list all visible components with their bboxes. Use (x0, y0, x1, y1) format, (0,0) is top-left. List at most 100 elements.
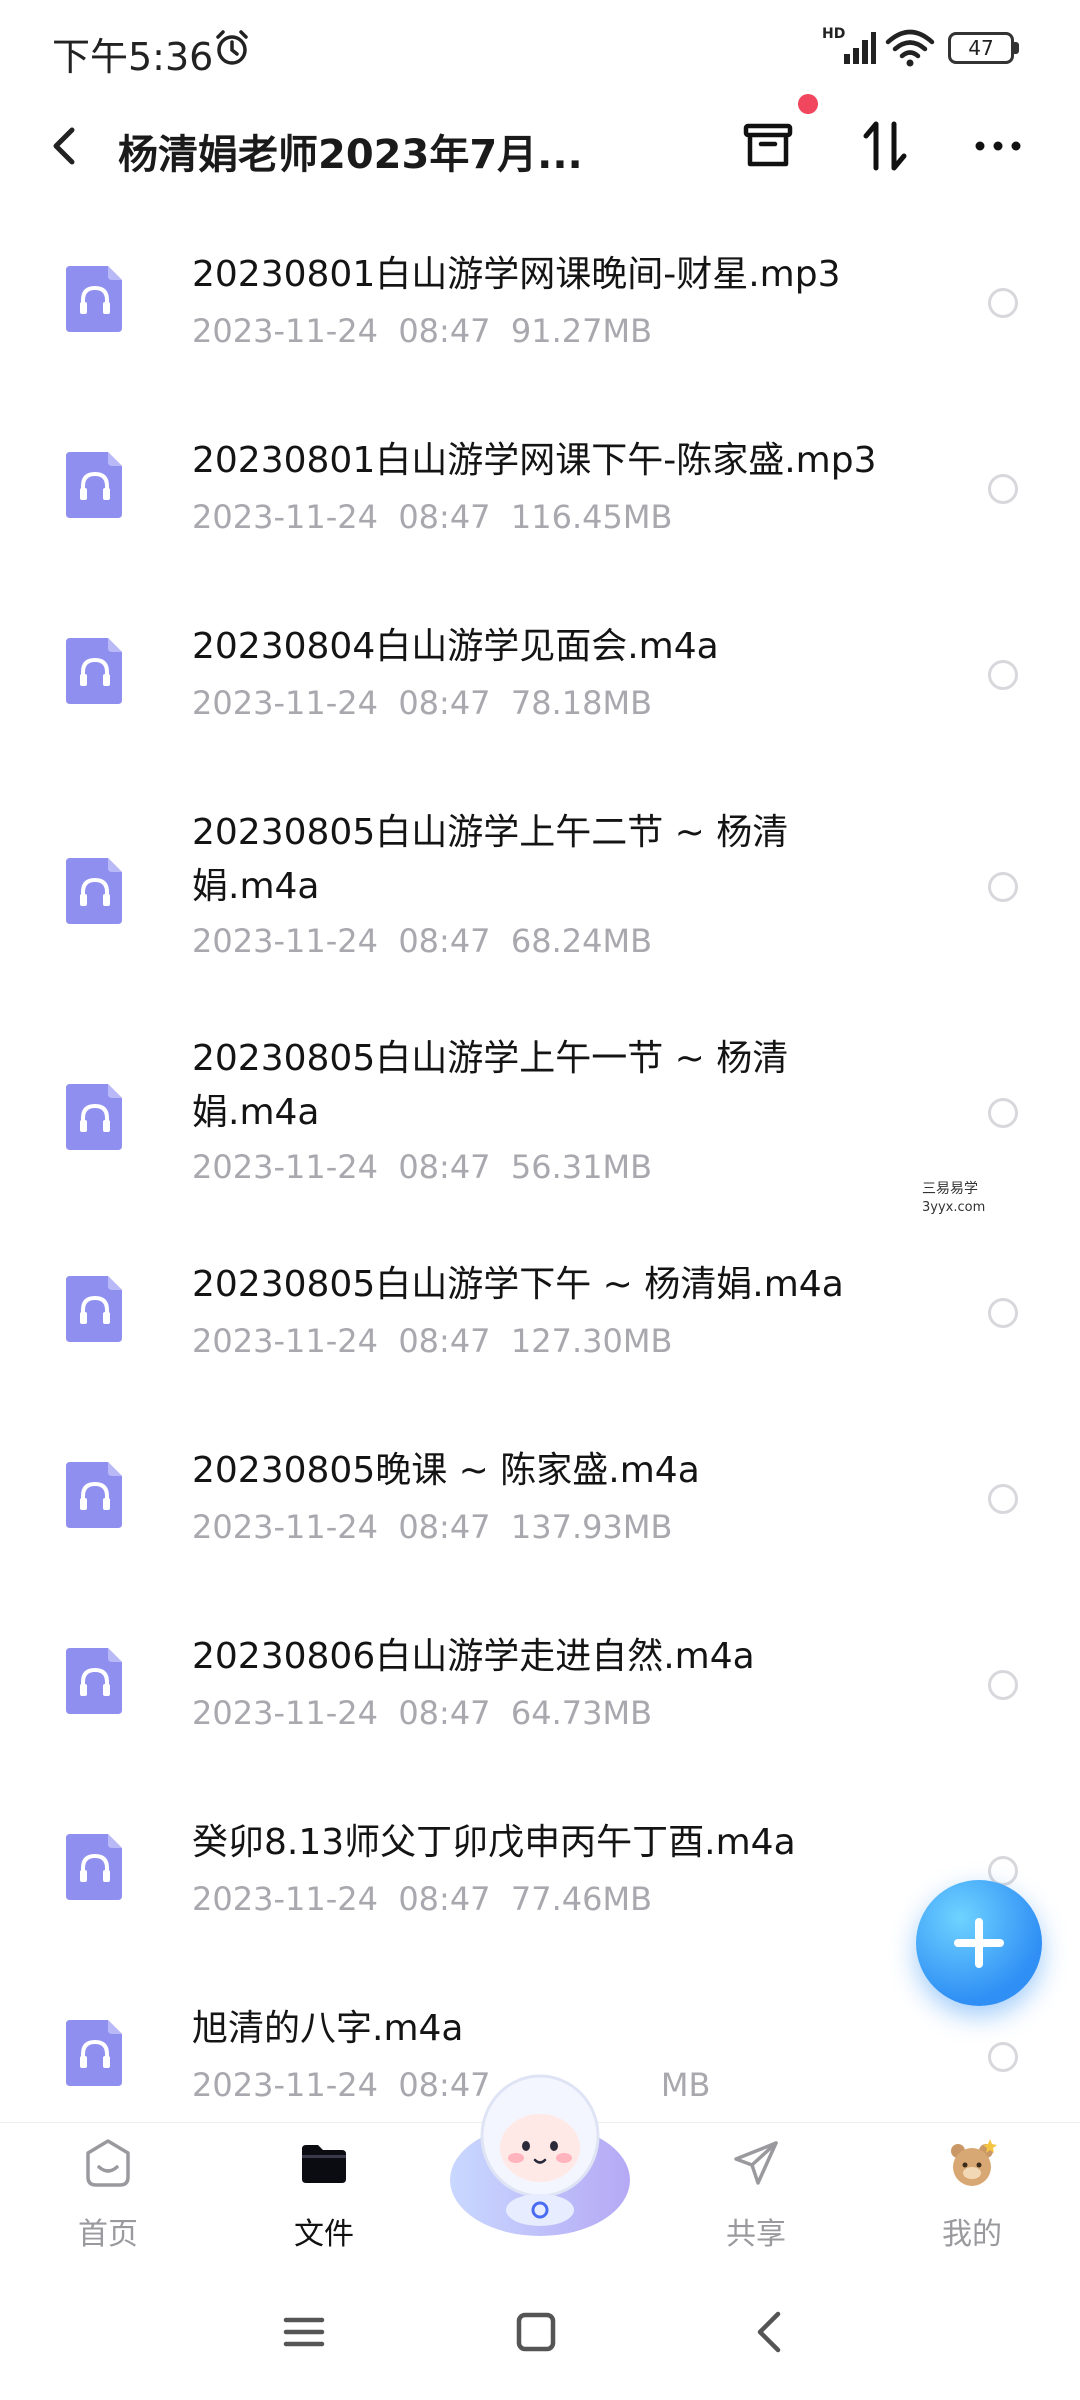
file-name: 20230806白山游学走进自然.m4a (192, 1636, 755, 1677)
nav-share[interactable]: 共享 (686, 2123, 826, 2263)
file-meta: 2023-11-24 08:47 116.45MB (192, 498, 672, 536)
audio-file-icon (66, 858, 122, 924)
file-size: 56.31MB (510, 1148, 653, 1186)
file-meta: 2023-11-24 08:47 77.46MB (192, 1880, 652, 1918)
file-item[interactable]: 癸卯8.13师父丁卯戊申丙午丁酉.m4a 2023-11-24 08:47 77… (0, 1764, 1080, 1950)
audio-file-icon (66, 1084, 122, 1150)
file-time: 08:47 (398, 684, 491, 722)
file-size: 116.45MB (510, 498, 673, 536)
file-meta: 2023-11-24 08:47 68.24MB (192, 922, 652, 960)
watermark-url: 3yyx.com (922, 1200, 986, 1215)
audio-file-icon (66, 452, 122, 518)
file-date: 2023-11-24 (192, 1694, 378, 1732)
audio-file-icon (66, 1276, 122, 1342)
file-time: 08:47 (398, 1508, 491, 1546)
home-icon (86, 2139, 130, 2187)
file-name: 20230804白山游学见面会.m4a (192, 626, 719, 667)
file-date: 2023-11-24 (192, 1508, 378, 1546)
sort-icon[interactable] (854, 114, 918, 178)
back-button[interactable] (40, 118, 90, 174)
nav-files[interactable]: 文件 (254, 2123, 394, 2263)
nav-home-label: 首页 (78, 2217, 138, 2252)
file-date: 2023-11-24 (192, 2066, 378, 2104)
audio-file-icon (66, 1462, 122, 1528)
file-size: 137.93MB (510, 1508, 673, 1546)
select-checkbox[interactable] (988, 1670, 1018, 1700)
select-checkbox[interactable] (988, 2042, 1018, 2072)
select-checkbox[interactable] (988, 1098, 1018, 1128)
file-name: 旭清的八字.m4a (192, 2008, 464, 2049)
select-checkbox[interactable] (988, 660, 1018, 690)
system-back-icon[interactable] (740, 2302, 800, 2362)
file-time: 08:47 (398, 498, 491, 536)
audio-file-icon (66, 2020, 122, 2086)
file-item[interactable]: 20230801白山游学网课晚间-财星.mp3 2023-11-24 08:47… (0, 196, 1080, 382)
select-checkbox[interactable] (988, 288, 1018, 318)
file-item[interactable]: 20230805白山游学上午二节 ~ 杨清娟.m4a 2023-11-24 08… (0, 754, 1080, 980)
file-name: 20230801白山游学网课晚间-财星.mp3 (192, 254, 841, 295)
file-size: 78.18MB (510, 684, 653, 722)
file-date: 2023-11-24 (192, 684, 378, 722)
audio-file-icon (66, 638, 122, 704)
system-nav-bar (0, 2262, 1080, 2400)
file-date: 2023-11-24 (192, 1322, 378, 1360)
recycle-bin-icon[interactable] (736, 114, 800, 178)
file-size: MB (660, 2066, 711, 2104)
file-item[interactable]: 20230805白山游学下午 ~ 杨清娟.m4a 2023-11-24 08:4… (0, 1206, 1080, 1392)
file-meta: 2023-11-24 08:47 137.93MB (192, 1508, 672, 1546)
plus-icon-vertical (975, 1918, 983, 1968)
home-square-icon[interactable] (506, 2302, 566, 2362)
nav-share-label: 共享 (726, 2217, 786, 2252)
file-size: 77.46MB (510, 1880, 653, 1918)
menu-icon[interactable] (274, 2302, 334, 2362)
status-time: 下午5:36 (52, 35, 214, 79)
file-date: 2023-11-24 (192, 922, 378, 960)
status-bar: 下午5:36 HD 47 (0, 0, 1080, 96)
baidu-netdisk-folder-screen: 下午5:36 HD 47 杨清娟老师2023年7月... 20230801白山游… (0, 0, 1080, 2400)
wifi-icon (885, 29, 935, 67)
file-meta: 2023-11-24 08:47 64.73MB (192, 1694, 652, 1732)
file-item[interactable]: 20230801白山游学网课下午-陈家盛.mp3 2023-11-24 08:4… (0, 382, 1080, 568)
select-checkbox[interactable] (988, 474, 1018, 504)
file-time: 08:47 (398, 1322, 491, 1360)
file-meta: 2023-11-24 08:47 127.30MB (192, 1322, 672, 1360)
file-size: 91.27MB (510, 312, 653, 350)
file-name: 20230805晚课 ~ 陈家盛.m4a (192, 1450, 700, 1491)
add-button[interactable] (916, 1880, 1042, 2006)
nav-files-label: 文件 (294, 2217, 354, 2252)
nav-mine[interactable]: 我的 (902, 2123, 1042, 2263)
select-checkbox[interactable] (988, 1484, 1018, 1514)
file-date: 2023-11-24 (192, 312, 378, 350)
nav-mine-label: 我的 (942, 2217, 1002, 2252)
battery-indicator: 47 (948, 32, 1014, 64)
alarm-clock-icon (216, 30, 248, 65)
select-checkbox[interactable] (988, 1298, 1018, 1328)
more-options-icon[interactable] (966, 114, 1030, 178)
file-item[interactable]: 20230804白山游学见面会.m4a 2023-11-24 08:47 78.… (0, 568, 1080, 754)
file-name: 20230805白山游学上午二节 ~ 杨清娟.m4a (192, 812, 789, 907)
file-name: 20230805白山游学上午一节 ~ 杨清娟.m4a (192, 1038, 789, 1133)
file-item[interactable]: 20230805晚课 ~ 陈家盛.m4a 2023-11-24 08:47 13… (0, 1392, 1080, 1578)
file-time: 08:47 (398, 1694, 491, 1732)
watermark-text: 三易易学 (922, 1181, 978, 1197)
folder-icon (302, 2145, 346, 2183)
select-checkbox[interactable] (988, 872, 1018, 902)
mascot-assistant-icon[interactable] (440, 2062, 640, 2242)
folder-title: 杨清娟老师2023年7月... (118, 132, 583, 178)
file-name: 癸卯8.13师父丁卯戊申丙午丁酉.m4a (192, 1822, 796, 1863)
file-size: 127.30MB (510, 1322, 673, 1360)
watermark: 三易易学 3yyx.com (822, 1170, 1062, 1230)
bear-avatar-icon (951, 2139, 997, 2186)
audio-file-icon (66, 1834, 122, 1900)
file-item[interactable]: 20230806白山游学走进自然.m4a 2023-11-24 08:47 64… (0, 1578, 1080, 1764)
file-meta: 2023-11-24 08:47 56.31MB (192, 1148, 652, 1186)
file-date: 2023-11-24 (192, 1148, 378, 1186)
file-name: 20230805白山游学下午 ~ 杨清娟.m4a (192, 1264, 844, 1305)
nav-home[interactable]: 首页 (38, 2123, 178, 2263)
audio-file-icon (66, 266, 122, 332)
file-meta: 2023-11-24 08:47 91.27MB (192, 312, 652, 350)
notification-dot (798, 94, 818, 114)
file-time: 08:47 (398, 1148, 491, 1186)
file-date: 2023-11-24 (192, 498, 378, 536)
header: 杨清娟老师2023年7月... (0, 96, 1080, 196)
